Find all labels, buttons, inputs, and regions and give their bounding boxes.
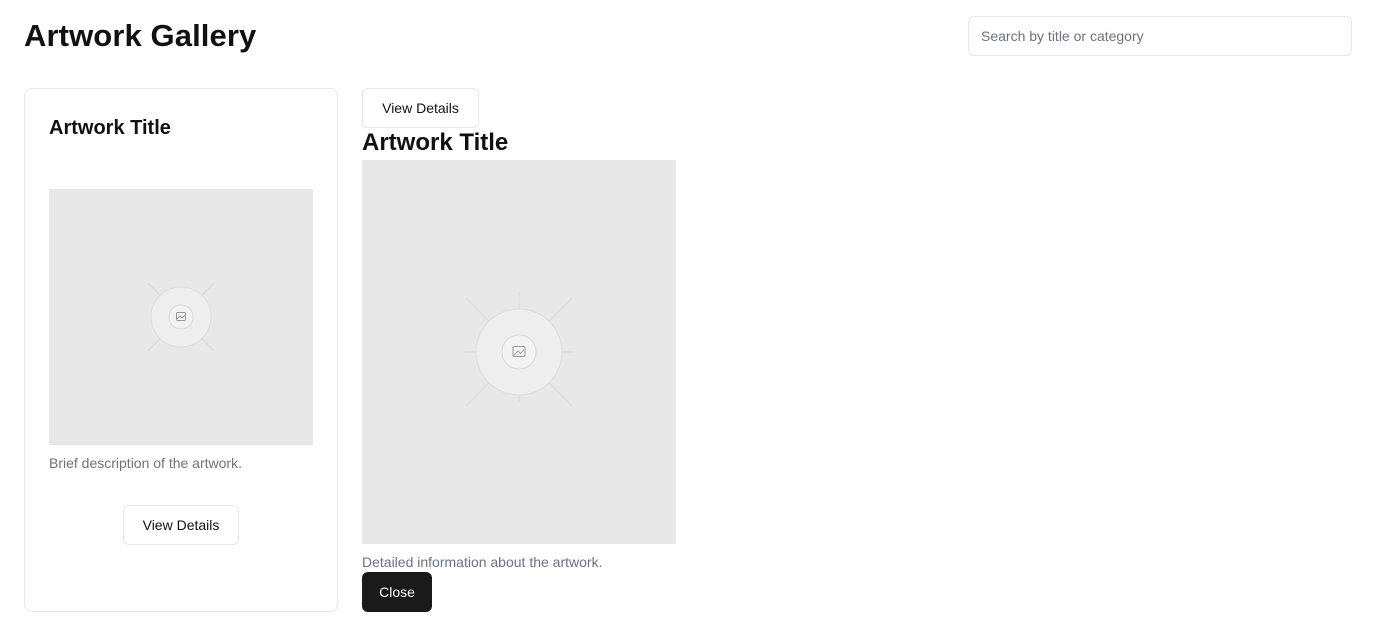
view-details-button[interactable]: View Details bbox=[123, 505, 239, 545]
search-input[interactable] bbox=[968, 16, 1352, 56]
detail-view-details-button[interactable]: View Details bbox=[362, 88, 479, 128]
detail-image-placeholder bbox=[362, 160, 676, 544]
close-button[interactable]: Close bbox=[362, 572, 432, 612]
detail-title: Artwork Title bbox=[362, 129, 509, 156]
image-placeholder-icon bbox=[464, 292, 574, 407]
page-title: Artwork Gallery bbox=[24, 18, 257, 53]
artwork-image-placeholder bbox=[49, 189, 313, 445]
card-description: Brief description of the artwork. bbox=[49, 455, 242, 471]
artwork-card: Artwork Title Brief description of the a… bbox=[24, 88, 338, 612]
image-placeholder-icon bbox=[147, 282, 215, 352]
card-title: Artwork Title bbox=[49, 117, 171, 139]
detail-description: Detailed information about the artwork. bbox=[362, 554, 603, 570]
